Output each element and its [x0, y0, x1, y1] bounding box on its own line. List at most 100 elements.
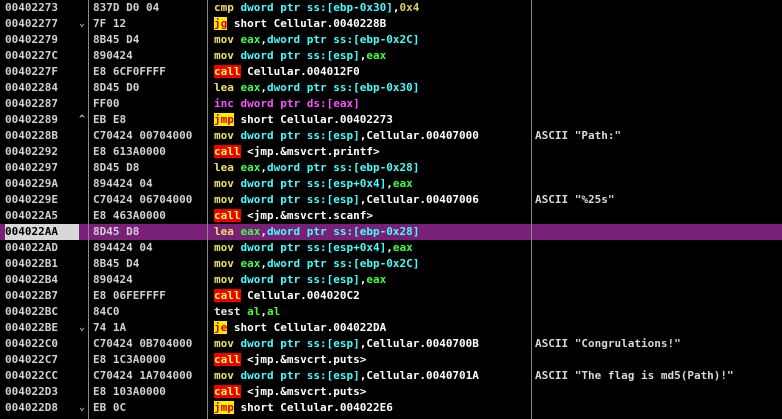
instruction-address: 004022BE — [5, 321, 58, 334]
instruction-row[interactable]: 00402289 ^ EB E8 jmp short Cellular.0040227… — [0, 112, 782, 128]
instruction-hex-bytes: 8D45 D0 — [93, 81, 140, 94]
instruction-operand: , — [260, 81, 267, 94]
instruction-operand: al — [267, 305, 281, 318]
instruction-disassembly: call Cellular.004020C2 — [214, 288, 530, 304]
instruction-row[interactable]: 0040229A 894424 04 mov dword ptr ss:[esp+0… — [0, 176, 782, 192]
instruction-address: 004022C0 — [5, 337, 58, 350]
instruction-row[interactable]: 004022B7 E8 06FEFFFF call Cellular.004020C… — [0, 288, 782, 304]
instruction-address: 004022B1 — [5, 257, 58, 270]
instruction-operand: , — [260, 225, 267, 238]
instruction-hex-bytes: 7F 12 — [93, 17, 127, 30]
mnemonic-spacer — [234, 33, 241, 46]
mnemonic-spacer — [234, 401, 241, 414]
instruction-disassembly: jg short Cellular.0040228B — [214, 16, 530, 32]
instruction-hex-bytes: 8B45 D4 — [93, 33, 140, 46]
jump-arrow-icon: ⌄ — [78, 18, 86, 29]
instruction-address: 0040229E — [5, 193, 58, 206]
instruction-address: 00402279 — [5, 33, 58, 46]
instruction-disassembly: inc dword ptr ds:[eax] — [214, 96, 530, 112]
column-separator-hex[interactable] — [207, 0, 208, 419]
instruction-row[interactable]: 00402277 ⌄ 7F 12 jg short Cellular.0040228B — [0, 16, 782, 32]
instruction-address: 004022AA — [5, 224, 79, 240]
instruction-row[interactable]: 004022B1 8B45 D4 mov eax,dword ptr ss:[ebp… — [0, 256, 782, 272]
instruction-operand: short Cellular.00402273 — [240, 113, 393, 126]
instruction-hex-bytes: 74 1A — [93, 321, 127, 334]
instruction-row[interactable]: 00402284 8D45 D0 lea eax,dword ptr ss:[ebp… — [0, 80, 782, 96]
selected-instruction-row[interactable]: 004022AA 8D45 D8 lea eax,dword ptr ss:[ebp… — [0, 224, 782, 240]
instruction-row[interactable]: 004022A5 E8 463A0000 call <jmp.&msvcrt.sca… — [0, 208, 782, 224]
instruction-disassembly: call <jmp.&msvcrt.puts> — [214, 352, 530, 368]
mnemonic-spacer — [234, 273, 241, 286]
instruction-operand: al — [247, 305, 261, 318]
instruction-disassembly: je short Cellular.004022DA — [214, 320, 530, 336]
jump-arrow-icon: ⌄ — [78, 322, 86, 333]
instruction-hex-bytes: EB 0C — [93, 401, 127, 414]
mnemonic-spacer — [234, 81, 241, 94]
instruction-hex-bytes: EB E8 — [93, 113, 127, 126]
disassembly-pane[interactable]: 004022D8 ⌄ EB 0C jmp short Cellular.004022E… — [0, 0, 782, 419]
instruction-row[interactable]: 0040229E C70424 06704000 mov dword ptr ss:… — [0, 192, 782, 208]
instruction-operand: short Cellular.004022E6 — [240, 401, 393, 414]
instruction-row[interactable]: 004022B4 890424 mov dword ptr ss:[esp],eax — [0, 272, 782, 288]
instruction-mnemonic: lea — [214, 161, 234, 174]
instruction-address: 00402273 — [5, 1, 58, 14]
instruction-row[interactable]: 004022BE ⌄ 74 1A je short Cellular.004022DA — [0, 320, 782, 336]
instruction-operand: ss:[esp] — [306, 369, 360, 382]
instruction-row[interactable]: 004022C0 C70424 0B704000 mov dword ptr ss:… — [0, 336, 782, 352]
instruction-row[interactable]: 004022D3 E8 103A0000 call <jmp.&msvcrt.put… — [0, 384, 782, 400]
instruction-address: 00402277 — [5, 17, 58, 30]
instruction-operand: Cellular.00407000 — [366, 129, 479, 142]
instruction-operand: ss:[ebp-0x30] — [306, 1, 393, 14]
instruction-operand: short Cellular.0040228B — [233, 17, 387, 30]
instruction-operand: ss:[ebp-0x30] — [333, 81, 420, 94]
instruction-hex-bytes: 894424 04 — [93, 241, 153, 254]
instruction-address: 004022D8 — [5, 401, 58, 414]
instruction-hex-bytes: E8 613A0000 — [93, 145, 166, 158]
instruction-operand: eax — [366, 49, 387, 62]
instruction-hex-bytes: 84C0 — [93, 305, 120, 318]
instruction-row[interactable]: 004022D8 ⌄ EB 0C jmp short Cellular.004022E… — [0, 400, 782, 416]
instruction-hex-bytes: E8 06FEFFFF — [93, 289, 166, 302]
instruction-address: 004022C7 — [5, 353, 58, 366]
mnemonic-spacer — [234, 369, 241, 382]
instruction-hex-bytes: C70424 00704000 — [93, 129, 193, 142]
instruction-mnemonic: call — [214, 289, 241, 302]
instruction-disassembly: mov dword ptr ss:[esp],Cellular.0040701A — [214, 368, 530, 384]
instruction-row[interactable]: 00402292 E8 613A0000 call <jmp.&msvcrt.pri… — [0, 144, 782, 160]
instruction-operand: eax — [392, 241, 413, 254]
instruction-mnemonic: call — [214, 209, 241, 222]
instruction-address: 004022A5 — [5, 209, 58, 222]
jump-arrow-icon: ⌄ — [78, 402, 86, 413]
instruction-operand: ss:[ebp-0x28] — [333, 161, 420, 174]
instruction-operand: dword ptr — [267, 81, 334, 94]
instruction-row[interactable]: 00402273 837D D0 04 cmp dword ptr ss:[ebp-… — [0, 0, 782, 16]
instruction-row[interactable]: 0040228B C70424 00704000 mov dword ptr ss:… — [0, 128, 782, 144]
instruction-row[interactable]: 00402287 FF00 inc dword ptr ds:[eax] — [0, 96, 782, 112]
instruction-address: 00402297 — [5, 161, 58, 174]
instruction-hex-bytes: 894424 04 — [93, 177, 153, 190]
instruction-mnemonic: jmp — [214, 113, 234, 126]
mnemonic-spacer — [234, 161, 241, 174]
instruction-row[interactable]: 00402279 8B45 D4 mov eax,dword ptr ss:[ebp… — [0, 32, 782, 48]
instruction-mnemonic: call — [214, 65, 241, 78]
column-separator-disassembly[interactable] — [531, 0, 532, 419]
instruction-mnemonic: mov — [214, 193, 234, 206]
instruction-mnemonic: jmp — [214, 401, 234, 414]
column-separator-address[interactable] — [88, 0, 89, 419]
instruction-row[interactable]: 0040227F E8 6CF0FFFF call Cellular.004012F… — [0, 64, 782, 80]
instruction-mnemonic: call — [214, 145, 241, 158]
instruction-operand: Cellular.0040700B — [366, 337, 479, 350]
instruction-operand: dword ptr — [267, 33, 334, 46]
instruction-row[interactable]: 004022C7 E8 1C3A0000 call <jmp.&msvcrt.put… — [0, 352, 782, 368]
instruction-row[interactable]: 004022AD 894424 04 mov dword ptr ss:[esp+0… — [0, 240, 782, 256]
instruction-operand: ss:[ebp-0x2C] — [333, 33, 420, 46]
instruction-operand: , — [386, 177, 393, 190]
instruction-row[interactable]: 004022BC 84C0 test al,al — [0, 304, 782, 320]
instruction-operand: ss:[esp+0x4] — [306, 177, 387, 190]
instruction-row[interactable]: 00402297 8D45 D8 lea eax,dword ptr ss:[ebp… — [0, 160, 782, 176]
instruction-hex-bytes: 890424 — [93, 49, 133, 62]
instruction-row[interactable]: 004022CC C70424 1A704000 mov dword ptr ss:… — [0, 368, 782, 384]
instruction-row[interactable]: 0040227C 890424 mov dword ptr ss:[esp],eax — [0, 48, 782, 64]
instruction-mnemonic: call — [214, 385, 241, 398]
mnemonic-spacer — [234, 225, 241, 238]
